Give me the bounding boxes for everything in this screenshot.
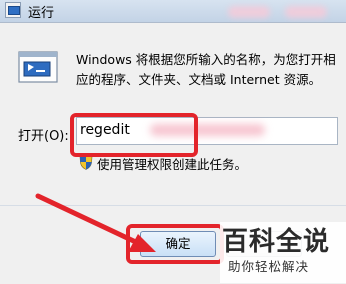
run-program-icon (18, 51, 58, 83)
close-button[interactable] (285, 6, 327, 18)
watermark-logo: 百科全说 (222, 227, 331, 257)
watermark-subtitle: 助你轻松解决 (228, 259, 310, 274)
highlight-command-box (70, 113, 198, 157)
run-dialog-icon (5, 2, 21, 18)
highlight-ok-box (126, 224, 224, 264)
button-area-divider (0, 205, 346, 206)
open-label: 打开(O): (18, 129, 69, 144)
title-bar: 运行 (0, 0, 346, 22)
minimize-button[interactable] (228, 6, 270, 18)
window-title: 运行 (28, 6, 55, 21)
dialog-description: Windows 将根据您所输入的名称，为您打开相应的程序、文件夹、文档或 Int… (76, 52, 336, 87)
